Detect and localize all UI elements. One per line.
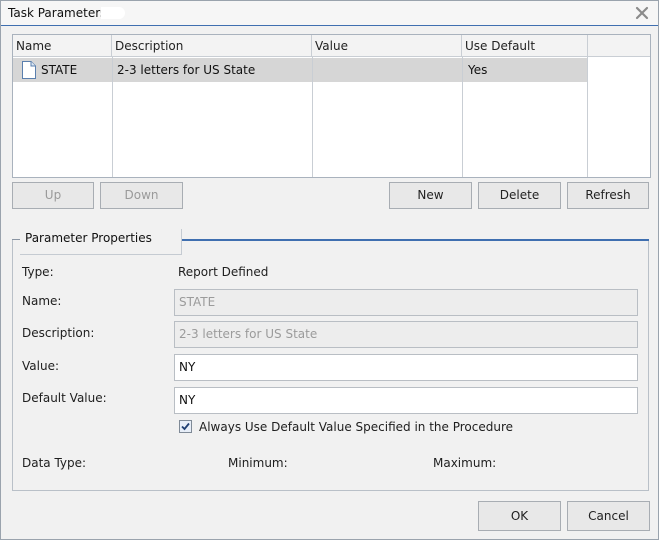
type-label: Type: — [22, 265, 54, 279]
row-description: 2-3 letters for US State — [117, 63, 256, 77]
dialog-title: Task Parameters — [8, 6, 107, 20]
data-type-label: Data Type: — [22, 456, 87, 470]
close-icon[interactable] — [634, 5, 650, 21]
parameters-table: Name Description Value Use Default STATE… — [12, 34, 651, 178]
column-divider — [112, 57, 113, 177]
column-header-value[interactable]: Value — [312, 35, 462, 57]
parameter-properties-title: Parameter Properties — [25, 231, 152, 245]
title-bar[interactable]: Task Parameters — [1, 1, 658, 26]
name-label: Name: — [22, 294, 62, 308]
row-name: STATE — [41, 63, 78, 77]
table-row[interactable]: STATE 2-3 letters for US State Yes — [13, 58, 588, 82]
value-label: Value: — [22, 359, 59, 373]
document-icon — [21, 61, 37, 79]
column-divider — [587, 57, 588, 177]
group-legend: Parameter Properties — [20, 229, 182, 255]
always-use-default-label[interactable]: Always Use Default Value Specified in th… — [199, 420, 513, 434]
group-corner-line — [12, 239, 20, 240]
default-value-label: Default Value: — [22, 391, 107, 405]
row-use-default: Yes — [468, 63, 488, 77]
type-value: Report Defined — [178, 265, 269, 279]
column-header-use-default[interactable]: Use Default — [462, 35, 588, 57]
refresh-button[interactable]: Refresh — [567, 182, 649, 209]
name-field[interactable]: STATE — [174, 289, 638, 316]
maximum-label: Maximum: — [433, 456, 497, 470]
value-field[interactable]: NY — [174, 354, 638, 381]
default-value-field[interactable]: NY — [174, 387, 638, 414]
group-header-line — [182, 239, 649, 241]
new-button[interactable]: New — [389, 182, 472, 209]
column-header-filler — [588, 35, 650, 57]
column-header-name[interactable]: Name — [13, 35, 112, 57]
column-divider — [312, 57, 313, 177]
description-label: Description: — [22, 326, 95, 340]
down-button[interactable]: Down — [100, 182, 183, 209]
column-divider — [462, 57, 463, 177]
column-header-description[interactable]: Description — [112, 35, 312, 57]
up-button[interactable]: Up — [12, 182, 94, 209]
task-parameters-dialog: Task Parameters Name Description Value U… — [0, 0, 659, 540]
always-use-default-checkbox[interactable] — [179, 420, 192, 433]
description-field[interactable]: 2-3 letters for US State — [174, 321, 638, 348]
minimum-label: Minimum: — [228, 456, 288, 470]
title-tab-decoration — [101, 7, 125, 19]
ok-button[interactable]: OK — [478, 501, 561, 531]
delete-button[interactable]: Delete — [478, 182, 561, 209]
cancel-button[interactable]: Cancel — [567, 501, 650, 531]
